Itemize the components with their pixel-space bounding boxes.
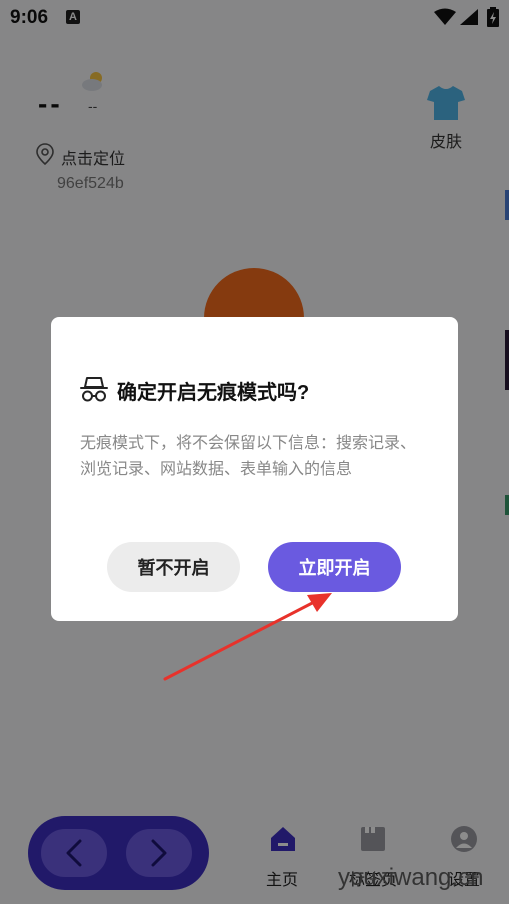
incognito-icon	[80, 377, 108, 402]
dialog-title: 确定开启无痕模式吗?	[117, 382, 310, 404]
incognito-confirm-dialog: 确定开启无痕模式吗? 无痕模式下，将不会保留以下信息：搜索记录、浏览记录、网站数…	[51, 317, 458, 621]
watermark-text: youxiwang.cn	[338, 864, 484, 891]
dialog-body: 无痕模式下，将不会保留以下信息：搜索记录、浏览记录、网站数据、表单输入的信息	[80, 435, 417, 478]
red-arrow-annotation	[163, 593, 332, 681]
home-screen: 9:06 A -- -- 点击定位 96ef524b 皮肤 主页 标签页 设置 …	[0, 0, 509, 904]
